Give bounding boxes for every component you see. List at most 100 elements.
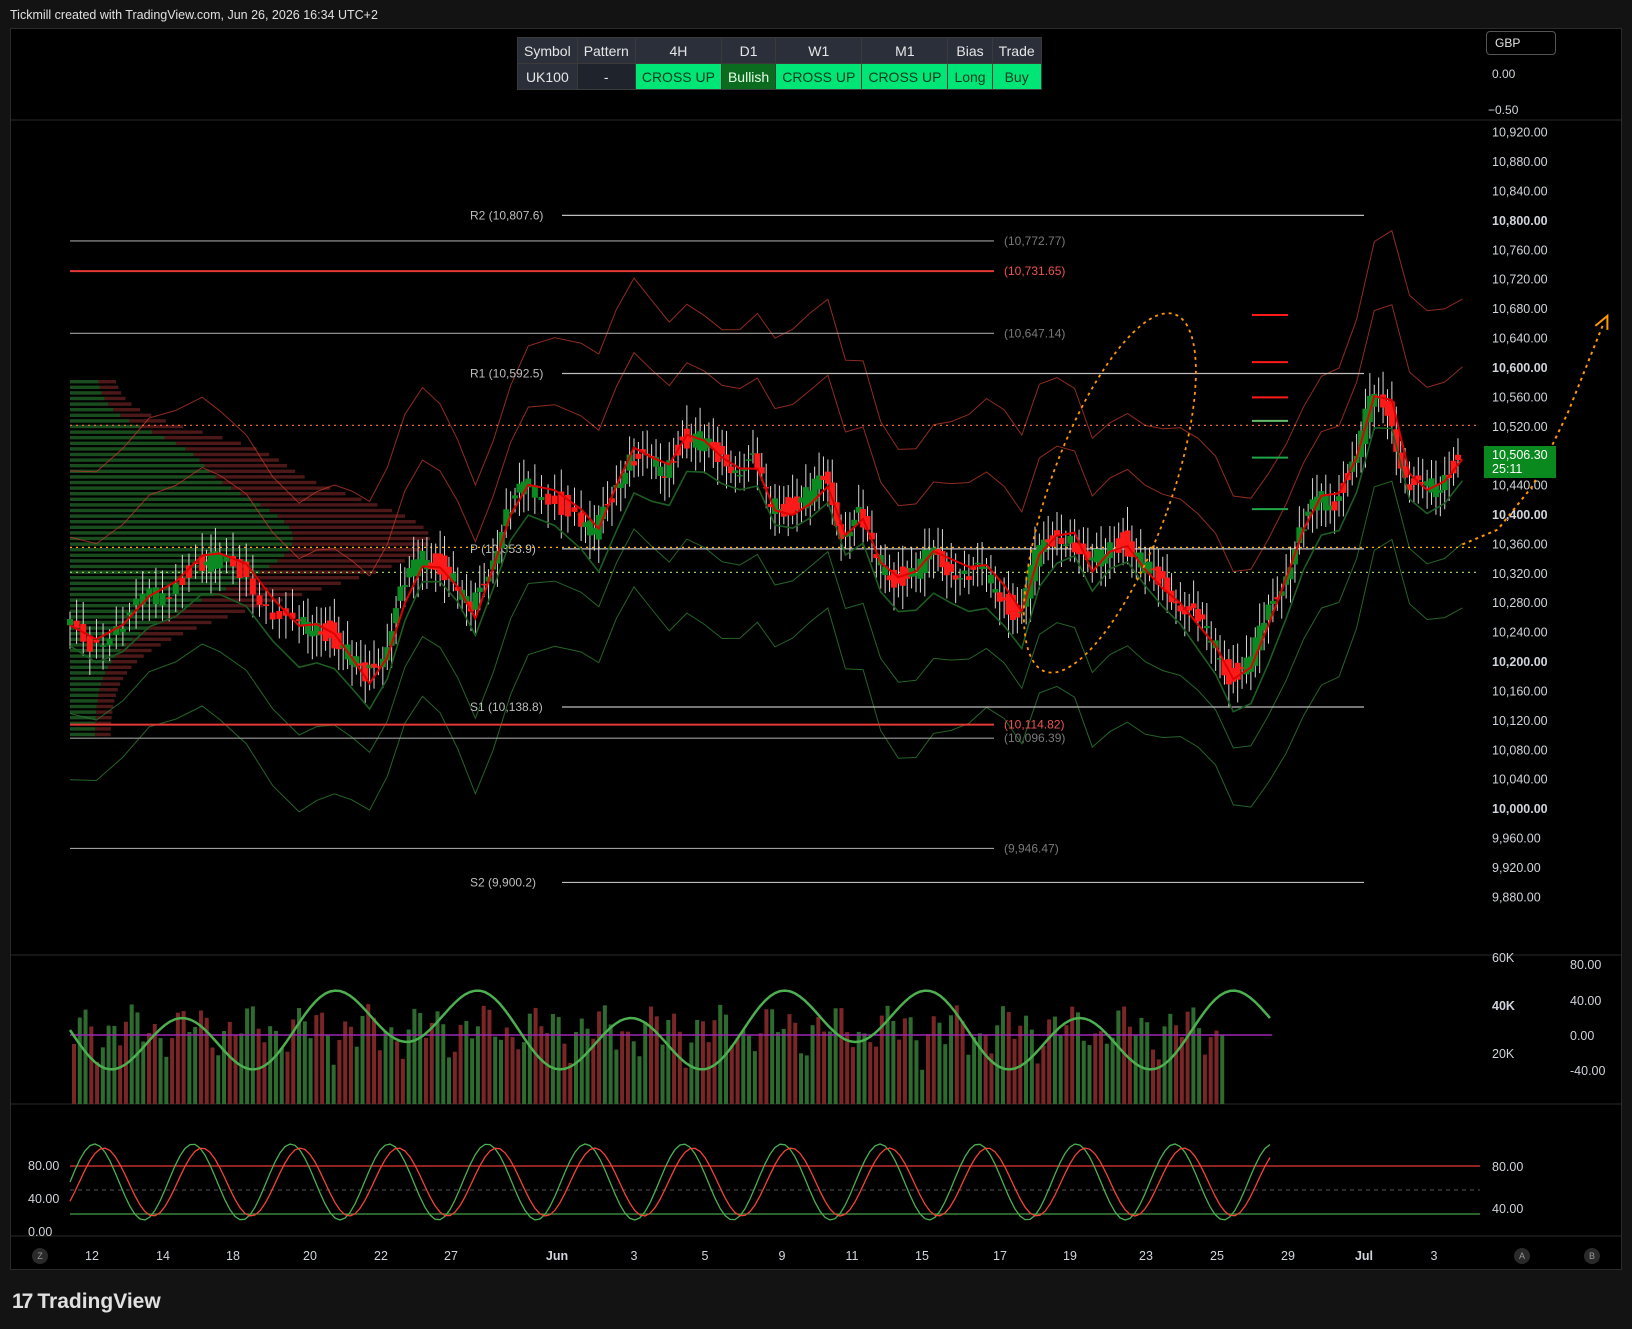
volume-bar	[360, 1015, 365, 1104]
candle-body	[1199, 614, 1206, 620]
x-axis-tick: 11	[846, 1249, 859, 1263]
candle-body	[1437, 490, 1444, 493]
volume-profile-bar	[199, 458, 279, 462]
candle-body	[551, 495, 558, 505]
volume-bar	[418, 1013, 423, 1104]
candle-body	[1190, 603, 1197, 609]
candle-body	[965, 576, 972, 580]
volume-profile-bar	[269, 564, 392, 569]
volume-bar	[135, 1012, 140, 1104]
log-scale-button[interactable]: B	[1584, 1248, 1600, 1264]
y-axis-tick: 10,440.00	[1492, 479, 1548, 493]
volume-bar	[481, 1005, 486, 1104]
level-label: (10,114.82)	[1004, 718, 1065, 732]
volume-bar	[1127, 1026, 1132, 1104]
volume-profile-bar	[222, 480, 317, 485]
candle-body	[635, 453, 642, 459]
volume-bar	[527, 1013, 532, 1104]
volume-bar	[164, 1056, 169, 1104]
candle-body	[622, 472, 629, 485]
x-axis-tick: 15	[915, 1249, 929, 1263]
volume-profile-bar	[209, 469, 296, 473]
volume-bar	[447, 1057, 452, 1104]
volume-bar	[170, 1038, 175, 1104]
volume-profile-bar	[115, 654, 144, 658]
volume-profile-bar	[70, 671, 106, 675]
volume-bar	[285, 1051, 290, 1104]
volume-bar	[72, 1044, 76, 1104]
candle-body	[172, 583, 179, 595]
volume-bar	[620, 1031, 625, 1104]
volume-profile-bar	[70, 570, 260, 574]
volume-bar	[712, 1020, 717, 1104]
candle-body	[754, 453, 761, 470]
timezone-button[interactable]: Z	[32, 1248, 48, 1264]
candle-body	[545, 493, 552, 505]
volume-profile-bar	[277, 559, 405, 563]
y-axis-tick: 10,760.00	[1492, 243, 1548, 257]
volume-profile-bar	[70, 419, 130, 423]
x-axis-tick: 17	[993, 1249, 1007, 1263]
stoch-axis-tick-left: 40.00	[28, 1192, 59, 1206]
volume-bar	[625, 1031, 630, 1104]
chart-canvas[interactable]: 0.00 −0.50 10,920.00 10,880.00 10,840.00 10,8…	[0, 0, 1632, 1329]
candle-body	[179, 577, 186, 586]
volume-bar	[1064, 1025, 1069, 1104]
candle-body	[1203, 626, 1210, 629]
logo-text: TradingView	[37, 1290, 161, 1313]
volume-bar	[550, 1013, 555, 1104]
candle-body	[152, 587, 159, 605]
x-axis-tick: 20	[303, 1249, 317, 1263]
volume-profile-bar	[148, 626, 197, 630]
volume-profile-bar	[277, 514, 406, 518]
oscillator-axis-tick: -40.00	[1570, 1064, 1605, 1078]
volume-profile-bar	[70, 503, 261, 507]
volume-bar	[562, 1043, 567, 1104]
volume-bar	[724, 1014, 729, 1104]
volume-bar	[1185, 1011, 1190, 1104]
volume-bar	[770, 1009, 775, 1104]
volume-bar	[331, 1064, 336, 1104]
y-axis-tick: 10,640.00	[1492, 332, 1548, 346]
volume-profile-bar	[70, 508, 270, 513]
indicator-axis-tick: −0.50	[1488, 103, 1519, 117]
table-cell-bias: Long	[947, 63, 993, 90]
volume-bar	[273, 1030, 278, 1104]
pivot-label: S2 (9,900.2)	[470, 875, 536, 889]
candle-body	[961, 570, 968, 574]
volume-profile-bar	[289, 548, 424, 552]
volume-profile-bar	[120, 413, 152, 417]
y-axis-tick: 10,360.00	[1492, 537, 1548, 551]
y-axis-tick: 10,200.00	[1492, 655, 1548, 669]
oscillator-axis-tick: 40.00	[1570, 994, 1601, 1008]
volume-bar	[216, 1055, 221, 1104]
volume-profile-bar	[70, 514, 278, 518]
volume-bar	[83, 1009, 88, 1104]
currency-selector[interactable]: GBP	[1486, 31, 1556, 55]
table-header-w1: W1	[775, 37, 863, 64]
volume-bar	[810, 1025, 815, 1104]
x-axis-tick: 14	[156, 1249, 170, 1263]
candle-body	[741, 469, 748, 472]
y-axis-tick: 10,920.00	[1492, 126, 1548, 140]
volume-profile-bar	[70, 464, 205, 468]
candle-body	[67, 619, 73, 626]
volume-bar	[1081, 1040, 1086, 1104]
candle-body	[824, 471, 831, 484]
volume-bar	[943, 1044, 948, 1104]
volume-profile-bar	[70, 430, 153, 434]
oscillator-axis-tick: 0.00	[1570, 1029, 1594, 1043]
volume-bar	[262, 1042, 267, 1104]
auto-scale-button[interactable]: A	[1514, 1248, 1530, 1264]
candle-body	[512, 495, 519, 499]
x-axis-tick: 12	[85, 1249, 99, 1263]
volume-profile-bar	[70, 699, 98, 703]
volume-bar	[1202, 1054, 1207, 1104]
volume-bar	[718, 1004, 723, 1104]
volume-bar	[245, 1008, 250, 1104]
volume-bar	[758, 1033, 763, 1104]
table-header-pattern: Pattern	[576, 37, 636, 64]
volume-profile-bar	[289, 525, 424, 529]
volume-bar	[1220, 1035, 1225, 1104]
table-cell-trade: Buy	[991, 63, 1042, 90]
